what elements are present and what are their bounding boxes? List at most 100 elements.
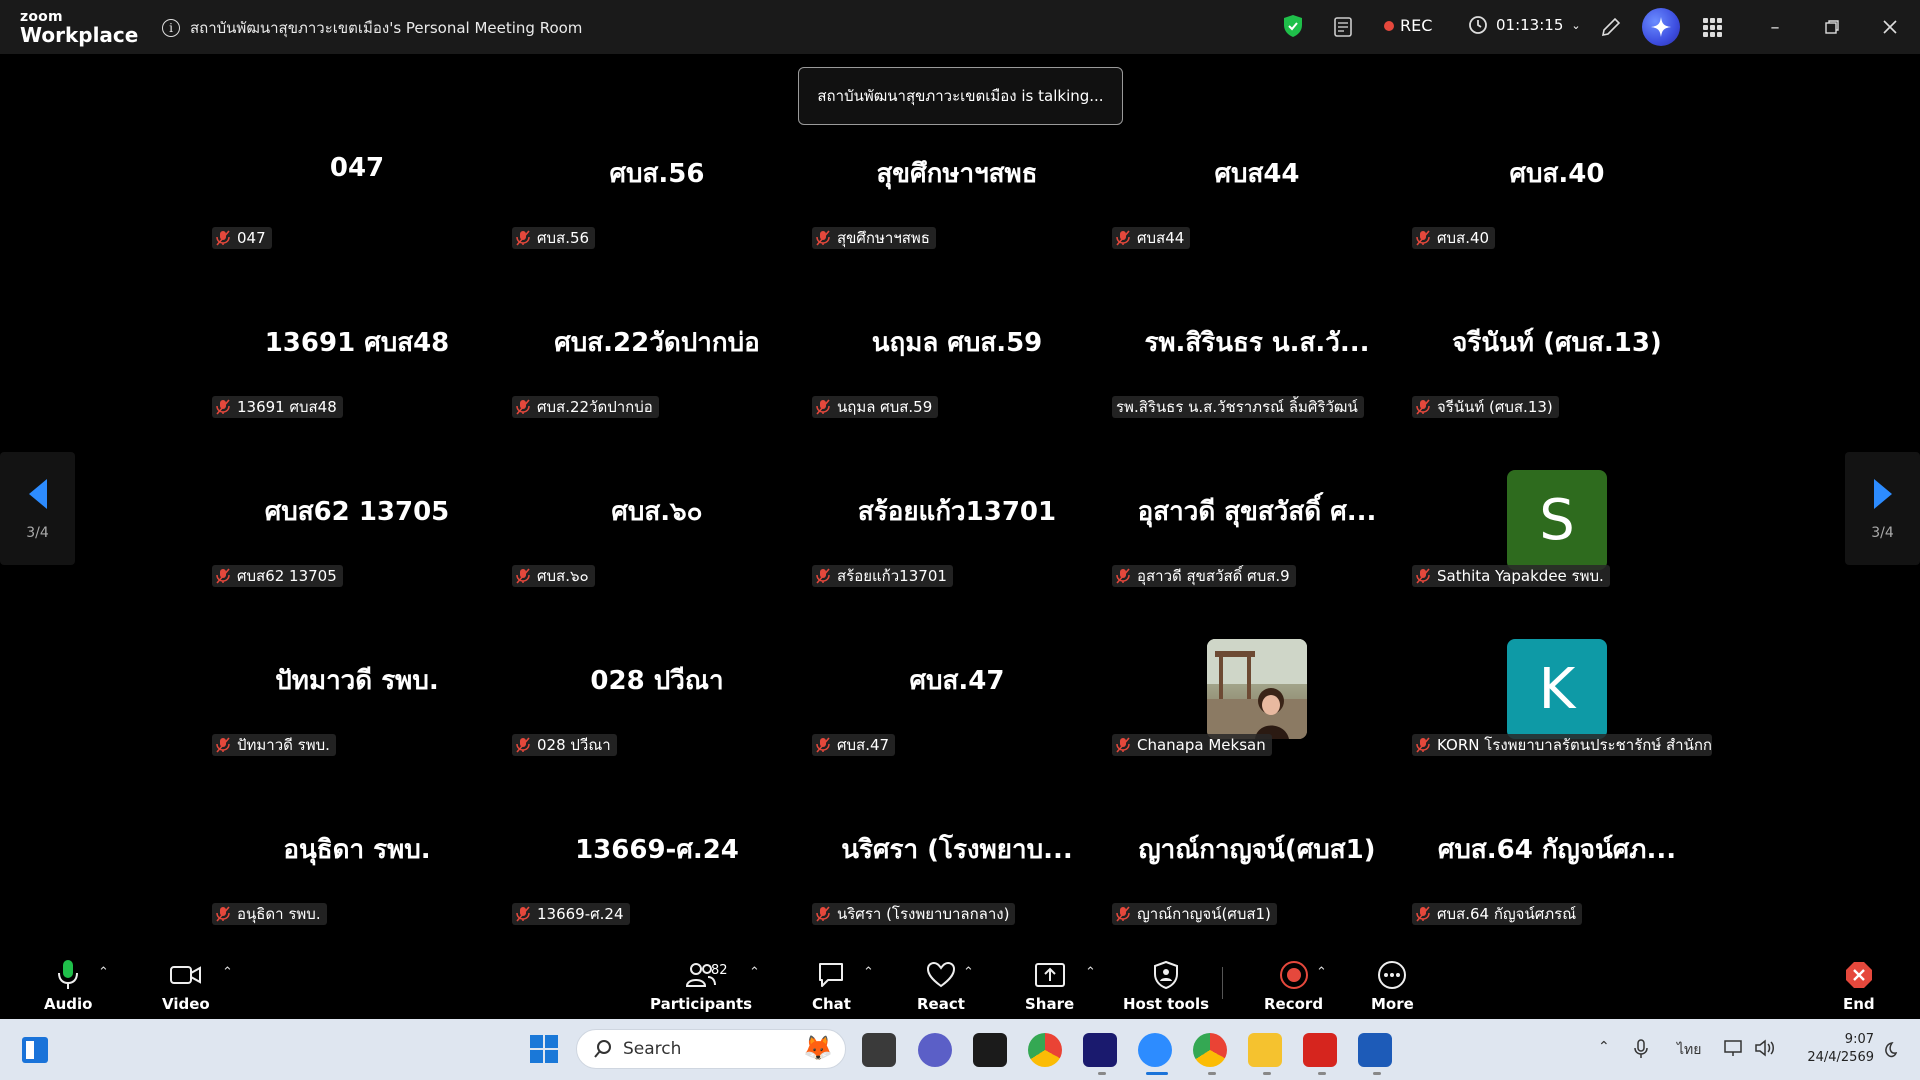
- react-options-caret-icon[interactable]: ⌃: [963, 965, 974, 980]
- chat-button[interactable]: Chat: [812, 959, 851, 1013]
- participant-name-label: นริศรา (โรงพยาบาลกลาง): [812, 903, 1016, 925]
- minimize-button[interactable]: –: [1762, 14, 1788, 40]
- acrobat-icon[interactable]: [1303, 1033, 1337, 1067]
- participant-tile[interactable]: สุขศึกษาฯสพธ สุขศึกษาฯสพธ: [807, 132, 1107, 301]
- taskbar-search[interactable]: Search 🦊: [576, 1029, 846, 1069]
- muted-mic-icon: [216, 906, 230, 922]
- participant-display-name: อุสาวดี สุขสวัสดิ์ ศ...: [1137, 497, 1377, 527]
- video-options-caret-icon[interactable]: ⌃: [222, 965, 233, 980]
- participant-name: ศบส.47: [837, 736, 890, 754]
- more-button[interactable]: More: [1371, 959, 1414, 1013]
- sparkle-icon: [1651, 17, 1671, 37]
- participant-tile[interactable]: S Sathita Yapakdee รพบ.: [1407, 470, 1707, 639]
- react-button[interactable]: React: [917, 959, 965, 1013]
- participant-tile[interactable]: รพ.สิรินธร น.ส.วั... รพ.สิรินธร น.ส.วัชรา…: [1107, 301, 1407, 470]
- participant-tile[interactable]: นฤมล ศบส.59 นฤมล ศบส.59: [807, 301, 1107, 470]
- participant-tile[interactable]: 047 047: [207, 132, 507, 301]
- previous-page-button[interactable]: 3/4: [0, 452, 75, 565]
- participant-display-name: 13669-ศ.24: [575, 835, 739, 865]
- chevron-up-icon[interactable]: ⌃: [1598, 1039, 1610, 1055]
- record-options-caret-icon[interactable]: ⌃: [1316, 965, 1327, 980]
- muted-mic-icon: [516, 737, 530, 753]
- clock-date: 24/4/2569: [1807, 1050, 1874, 1065]
- video-button[interactable]: Video: [162, 959, 210, 1013]
- zoom-taskbar-icon[interactable]: [1138, 1033, 1172, 1067]
- participant-display-name: ศบส.๖๐: [611, 497, 703, 527]
- chrome-icon[interactable]: [1028, 1033, 1062, 1067]
- participant-tile[interactable]: ศบส.22วัดปากบ่อ ศบส.22วัดปากบ่อ: [507, 301, 807, 470]
- restore-button[interactable]: [1819, 14, 1845, 40]
- heart-icon: [926, 961, 955, 988]
- participant-name: 028 ปวีณา: [537, 736, 611, 754]
- participant-tile[interactable]: ศบส.๖๐ ศบส.๖๐: [507, 470, 807, 639]
- ai-companion-button[interactable]: [1642, 8, 1680, 46]
- participants-button[interactable]: Participants: [650, 959, 752, 1013]
- host-shield-icon: [1154, 960, 1179, 990]
- participant-tile[interactable]: K KORN โรงพยาบาลรัตนประชารักษ์ สำนักก...: [1407, 639, 1712, 808]
- annotate-pen-icon[interactable]: [1599, 15, 1623, 39]
- participants-options-caret-icon[interactable]: ⌃: [749, 965, 760, 980]
- share-options-caret-icon[interactable]: ⌃: [1085, 965, 1096, 980]
- participant-tile[interactable]: ศบส.56 ศบส.56: [507, 132, 807, 301]
- meeting-title: สถาบันพัฒนาสุขภาวะเขตเมือง's Personal Me…: [190, 19, 583, 37]
- participant-name: สร้อยแก้ว13701: [837, 567, 947, 585]
- next-page-button[interactable]: 3/4: [1845, 452, 1920, 565]
- participant-tile[interactable]: 028 ปวีณา 028 ปวีณา: [507, 639, 807, 808]
- participant-name-label: ศบส44: [1112, 227, 1191, 249]
- record-button[interactable]: Record: [1264, 959, 1323, 1013]
- chrome-profile-icon[interactable]: [1193, 1033, 1227, 1067]
- webex-icon[interactable]: [1083, 1033, 1117, 1067]
- muted-mic-icon: [1116, 906, 1130, 922]
- close-button[interactable]: [1877, 14, 1903, 40]
- participant-tile[interactable]: Chanapa Meksan: [1107, 639, 1407, 808]
- participant-tile[interactable]: ศบส62 13705 ศบส62 13705: [207, 470, 507, 639]
- participant-name: อนุธิดา รพบ.: [237, 905, 321, 923]
- participant-tile[interactable]: ศบส.47 ศบส.47: [807, 639, 1107, 808]
- chat-options-caret-icon[interactable]: ⌃: [863, 965, 874, 980]
- participant-name: 13691 ศบส48: [237, 398, 337, 416]
- file-explorer-icon[interactable]: [1248, 1033, 1282, 1067]
- participant-display-name: ญาณ์กาญจน์(ศบส1): [1138, 835, 1376, 865]
- meeting-info[interactable]: i สถาบันพัฒนาสุขภาวะเขตเมือง's Personal …: [162, 16, 582, 40]
- more-ellipsis-icon: [1378, 961, 1407, 989]
- participant-tile[interactable]: 13691 ศบส48 13691 ศบส48: [207, 301, 507, 470]
- system-clock[interactable]: 9:07 24/4/2569: [1796, 1031, 1874, 1067]
- participant-display-name: 047: [329, 153, 385, 183]
- active-speaker-indicator: สถาบันพัฒนาสุขภาวะเขตเมือง is talking...: [798, 67, 1123, 125]
- participant-name-label: KORN โรงพยาบาลรัตนประชารักษ์ สำนักก...: [1412, 734, 1712, 756]
- teams-icon[interactable]: [918, 1033, 952, 1067]
- apps-grid-icon[interactable]: [1700, 15, 1724, 39]
- meeting-toolbar: Audio ⌃ Video ⌃ Participants 82 ⌃ Chat ⌃…: [0, 945, 1920, 1019]
- running-indicator: [1373, 1072, 1381, 1075]
- participant-display-name: สร้อยแก้ว13701: [857, 497, 1057, 527]
- muted-mic-icon: [216, 399, 230, 415]
- participant-tile[interactable]: สร้อยแก้ว13701 สร้อยแก้ว13701: [807, 470, 1107, 639]
- audio-button[interactable]: Audio: [44, 959, 92, 1013]
- word-icon[interactable]: [1358, 1033, 1392, 1067]
- captions-icon[interactable]: [1332, 15, 1356, 39]
- encryption-shield-icon[interactable]: [1282, 14, 1304, 38]
- participant-tile[interactable]: จรีนันท์ (ศบส.13) จรีนันท์ (ศบส.13): [1407, 301, 1707, 470]
- share-button[interactable]: Share: [1025, 959, 1074, 1013]
- audio-options-caret-icon[interactable]: ⌃: [98, 965, 109, 980]
- widgets-icon[interactable]: [20, 1035, 50, 1065]
- mic-tray-icon[interactable]: [1634, 1039, 1648, 1059]
- participant-tile[interactable]: อุสาวดี สุขสวัสดิ์ ศ... อุสาวดี สุขสวัสดิ…: [1107, 470, 1407, 639]
- volume-icon[interactable]: [1754, 1039, 1776, 1057]
- task-view-icon[interactable]: [862, 1033, 896, 1067]
- host-tools-button[interactable]: Host tools: [1123, 959, 1209, 1013]
- participant-name: 047: [237, 229, 266, 247]
- info-icon[interactable]: i: [162, 19, 180, 37]
- meeting-timer[interactable]: 01:13:15 ⌄: [1468, 15, 1581, 35]
- recording-indicator[interactable]: REC: [1384, 16, 1432, 35]
- participant-name-label: สุขศึกษาฯสพธ: [812, 227, 936, 249]
- windows-start-icon[interactable]: [528, 1033, 560, 1065]
- moon-icon[interactable]: [1880, 1041, 1898, 1059]
- participant-tile[interactable]: ปัทมาวดี รพบ. ปัทมาวดี รพบ.: [207, 639, 507, 808]
- participant-tile[interactable]: ศบส44 ศบส44: [1107, 132, 1407, 301]
- network-icon[interactable]: [1724, 1039, 1746, 1057]
- language-indicator[interactable]: ไทย: [1677, 1039, 1701, 1061]
- terminal-icon[interactable]: [973, 1033, 1007, 1067]
- end-meeting-button[interactable]: End: [1843, 959, 1875, 1013]
- participant-tile[interactable]: ศบส.40 ศบส.40: [1407, 132, 1707, 301]
